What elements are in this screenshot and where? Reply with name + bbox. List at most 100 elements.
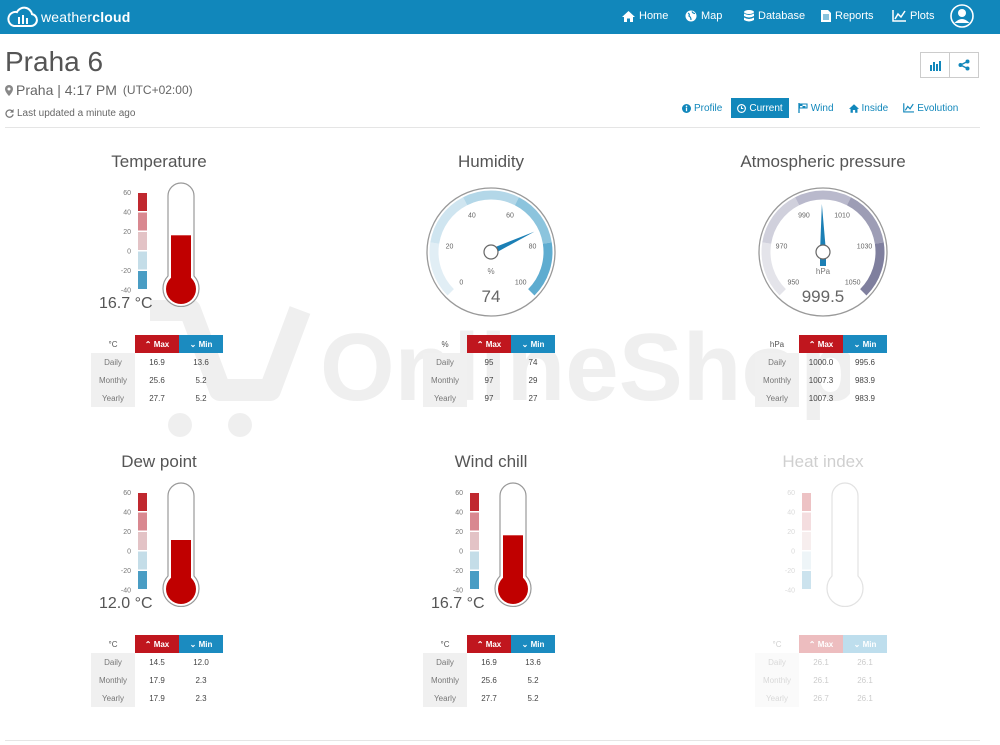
min-header[interactable]: ⌄ Min bbox=[511, 635, 555, 653]
table-row: Yearly 17.9 2.3 bbox=[91, 689, 223, 707]
brand-logo[interactable]: weathercloud bbox=[6, 6, 131, 28]
table-row: Monthly 1007.3 983.9 bbox=[755, 371, 887, 389]
user-menu[interactable] bbox=[950, 4, 974, 33]
max-value: 27.7 bbox=[149, 393, 165, 403]
max-value: 97 bbox=[484, 375, 494, 385]
scale-label: -20 bbox=[121, 268, 131, 275]
station-location: Praha | 4:17 PM (UTC+02:00) bbox=[5, 82, 193, 98]
scale-band bbox=[470, 512, 479, 531]
max-value: 17.9 bbox=[149, 693, 165, 703]
row-label: Yearly bbox=[755, 389, 799, 407]
scale-label: 20 bbox=[123, 529, 131, 536]
share-button[interactable] bbox=[950, 52, 979, 78]
widget-title: Dew point bbox=[121, 452, 197, 471]
row-label: Monthly bbox=[423, 371, 467, 389]
table-row: Monthly 26.1 26.1 bbox=[755, 671, 887, 689]
navbar: weathercloud Home Map Database Reports P… bbox=[0, 0, 1000, 34]
gauge-hub bbox=[815, 244, 831, 260]
min-header[interactable]: ⌄ Min bbox=[843, 335, 887, 353]
max-value: 26.1 bbox=[813, 657, 829, 667]
tab-current[interactable]: Current bbox=[731, 98, 789, 118]
widget-title: Humidity bbox=[457, 152, 525, 171]
table-row: Yearly 1007.3 983.9 bbox=[755, 389, 887, 407]
scale-band bbox=[802, 493, 811, 511]
scale-label: -40 bbox=[121, 588, 131, 595]
scale-label: 20 bbox=[123, 229, 131, 236]
nav-map[interactable]: Map bbox=[685, 10, 722, 22]
tab-inside[interactable]: Inside bbox=[843, 98, 895, 118]
chevron-down-icon: ⌄ bbox=[853, 339, 861, 349]
stats-header: °C ⌃ Max ⌄ Min bbox=[91, 335, 223, 353]
scale-band bbox=[138, 251, 147, 270]
scale-band bbox=[802, 512, 811, 531]
max-value: 26.7 bbox=[813, 693, 829, 703]
min-value: 983.9 bbox=[854, 393, 876, 403]
clock-icon bbox=[737, 103, 747, 113]
max-header[interactable]: ⌃ Max bbox=[135, 335, 179, 353]
scale-band bbox=[802, 532, 811, 550]
row-label: Daily bbox=[91, 653, 135, 671]
scale-band bbox=[138, 532, 147, 550]
max-header[interactable]: ⌃ Max bbox=[799, 335, 843, 353]
temperature-stats: °C ⌃ Max ⌄ Min Daily 16.9 13.6 Monthly 25.6 5.2 Y… bbox=[91, 335, 223, 407]
humidity-value: 74 bbox=[481, 287, 501, 306]
nav-database[interactable]: Database bbox=[744, 10, 805, 22]
max-header[interactable]: ⌃ Max bbox=[135, 635, 179, 653]
user-icon bbox=[950, 4, 974, 28]
nav-home[interactable]: Home bbox=[622, 10, 668, 22]
max-value: 17.9 bbox=[149, 675, 165, 685]
min-value: 13.6 bbox=[525, 657, 541, 667]
chevron-up-icon: ⌃ bbox=[476, 639, 484, 649]
scale-band bbox=[470, 551, 479, 570]
row-label: Daily bbox=[755, 653, 799, 671]
min-header[interactable]: ⌄ Min bbox=[179, 635, 223, 653]
windchill-stats: °C ⌃ Max ⌄ Min Daily 16.9 13.6 Monthly 25.6 5.2 Y… bbox=[423, 635, 555, 707]
database-icon bbox=[744, 10, 754, 22]
scale-band bbox=[138, 571, 147, 589]
min-header[interactable]: ⌄ Min bbox=[843, 635, 887, 653]
gauge-tick-label: 1030 bbox=[857, 243, 873, 250]
min-value: 5.2 bbox=[527, 693, 539, 703]
table-row: Yearly 27.7 5.2 bbox=[423, 689, 555, 707]
unit-label: °C bbox=[108, 339, 118, 349]
max-header[interactable]: ⌃ Max bbox=[799, 635, 843, 653]
tab-evolution[interactable]: Evolution bbox=[897, 98, 964, 118]
tab-wind[interactable]: Wind bbox=[792, 98, 840, 118]
dewpoint-readout: 12.0 °C bbox=[99, 595, 153, 612]
max-header[interactable]: ⌃ Max bbox=[467, 635, 511, 653]
nav-plots[interactable]: Plots bbox=[892, 10, 934, 22]
min-value: 12.0 bbox=[193, 657, 209, 667]
table-row: Monthly 97 29 bbox=[423, 371, 555, 389]
gauge-tick-label: 0 bbox=[459, 280, 463, 287]
min-header[interactable]: ⌄ Min bbox=[179, 335, 223, 353]
chevron-down-icon: ⌄ bbox=[189, 639, 197, 649]
unit-label: °C bbox=[440, 639, 450, 649]
nav-reports[interactable]: Reports bbox=[821, 10, 874, 22]
min-header[interactable]: ⌄ Min bbox=[511, 335, 555, 353]
min-value: 5.2 bbox=[195, 375, 207, 385]
max-value: 27.7 bbox=[481, 693, 497, 703]
thermometer-bulb bbox=[166, 574, 196, 604]
unit-label: °C bbox=[772, 639, 782, 649]
scale-label: 0 bbox=[127, 249, 131, 256]
tab-profile[interactable]: Profile bbox=[676, 98, 728, 118]
scale-label: -20 bbox=[453, 568, 463, 575]
max-header[interactable]: ⌃ Max bbox=[467, 335, 511, 353]
row-label: Monthly bbox=[755, 371, 799, 389]
row-label: Monthly bbox=[423, 671, 467, 689]
min-value: 983.9 bbox=[854, 375, 876, 385]
min-value: 2.3 bbox=[195, 675, 207, 685]
chart-button[interactable] bbox=[920, 52, 950, 78]
min-value: 26.1 bbox=[857, 675, 873, 685]
scale-band bbox=[138, 193, 147, 211]
unit-label: °C bbox=[108, 639, 118, 649]
dewpoint-stats: °C ⌃ Max ⌄ Min Daily 14.5 12.0 Monthly 17.9 2.3 Y… bbox=[91, 635, 223, 707]
gauge-tick-label: 40 bbox=[468, 213, 476, 220]
gauge-tick-label: 1050 bbox=[845, 280, 861, 287]
scale-label: 0 bbox=[127, 549, 131, 556]
home-icon bbox=[848, 103, 859, 113]
scale-band bbox=[470, 493, 479, 511]
unit-label: hPa bbox=[769, 339, 785, 349]
scale-band bbox=[470, 571, 479, 589]
max-value: 1007.3 bbox=[808, 393, 834, 403]
